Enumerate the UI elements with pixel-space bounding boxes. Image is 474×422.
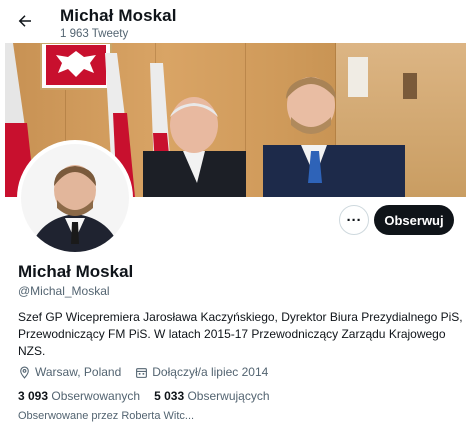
following-label: Obserwowanych	[51, 389, 141, 403]
profile-meta: Warsaw, Poland Dołączył/a lipiec 2014	[18, 365, 282, 379]
location-item: Warsaw, Poland	[18, 365, 121, 379]
following-count: 3 093	[18, 389, 49, 403]
avatar-photo	[21, 144, 129, 252]
tweet-count: 1 963 Tweety	[60, 28, 129, 40]
arrow-left-icon	[18, 15, 31, 27]
follow-stats: 3 093 Obserwowanych 5 033 Obserwujących	[18, 389, 284, 403]
joined-text: Dołączył/a lipiec 2014	[152, 365, 269, 379]
followed-by-text[interactable]: Obserwowane przez Roberta Witc...	[18, 410, 194, 422]
avatar[interactable]	[17, 140, 133, 256]
profile-handle: @Michal_Moskal	[18, 284, 110, 298]
calendar-icon	[136, 367, 148, 378]
followers-link[interactable]: 5 033 Obserwujących	[154, 389, 269, 403]
following-link[interactable]: 3 093 Obserwowanych	[18, 389, 140, 403]
joined-item: Dołączył/a lipiec 2014	[135, 365, 268, 379]
more-options-icon: ···	[346, 211, 362, 229]
profile-header: Michał Moskal 1 963 Tweety	[0, 0, 474, 43]
followers-count: 5 033	[154, 389, 185, 403]
location-pin-icon	[20, 366, 29, 379]
location-text: Warsaw, Poland	[35, 365, 122, 379]
header-name: Michał Moskal	[60, 6, 177, 25]
follow-button[interactable]: Obserwuj	[374, 205, 454, 235]
followers-label: Obserwujących	[187, 389, 270, 403]
back-button[interactable]	[12, 8, 38, 34]
more-options-button[interactable]: ···	[339, 205, 369, 235]
profile-bio: Szef GP Wicepremiera Jarosława Kaczyński…	[18, 310, 463, 358]
profile-name: Michał Moskal	[18, 262, 134, 281]
